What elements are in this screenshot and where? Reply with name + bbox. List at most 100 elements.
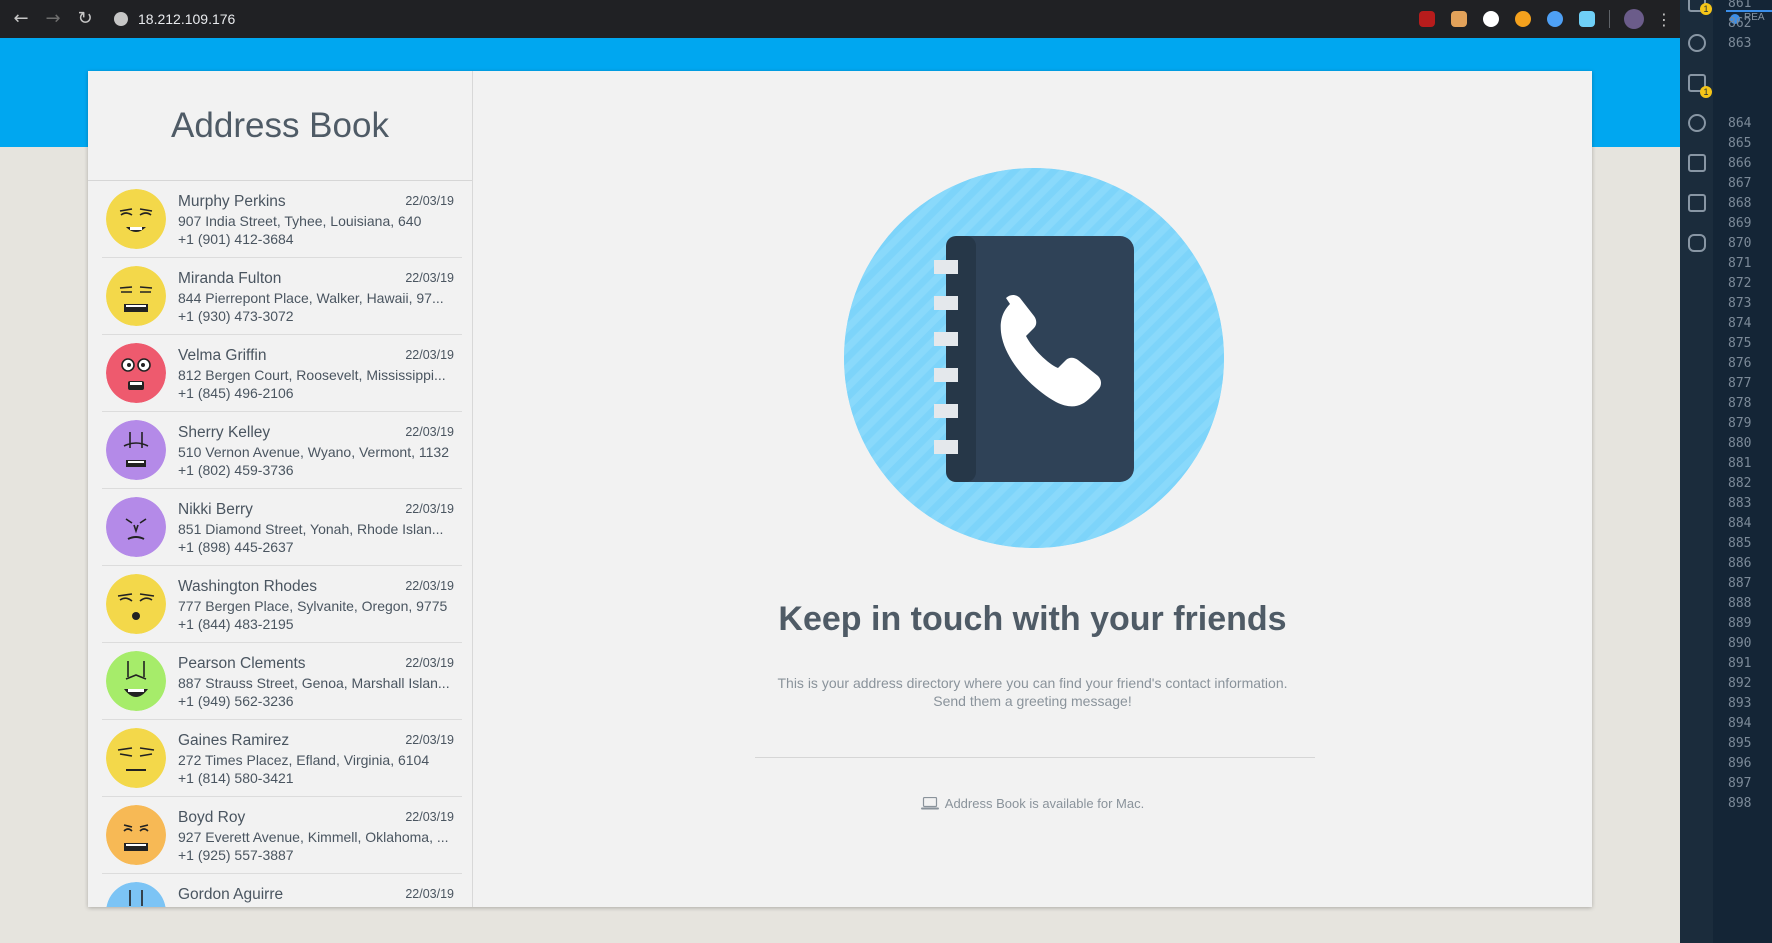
contact-avatar (106, 266, 166, 326)
line-number: 867 (1728, 176, 1752, 191)
line-number: 898 (1728, 796, 1752, 811)
contact-date: 22/03/19 (405, 348, 454, 362)
contact-item[interactable]: Miranda Fulton 844 Pierrepont Place, Walk… (102, 258, 462, 335)
contact-phone: +1 (814) 580-3421 (178, 770, 294, 786)
docker-icon[interactable] (1688, 234, 1706, 252)
contact-date: 22/03/19 (405, 271, 454, 285)
line-number: 862 (1728, 16, 1752, 31)
contact-date: 22/03/19 (405, 656, 454, 670)
contact-avatar (106, 805, 166, 865)
contact-phone: +1 (898) 445-2637 (178, 539, 294, 555)
contact-item[interactable]: Murphy Perkins 907 India Street, Tyhee, L… (102, 181, 462, 258)
page-viewport: Address Book Murphy Perkins 907 India Str… (0, 38, 1680, 943)
contact-date: 22/03/19 (405, 810, 454, 824)
contact-phone: +1 (802) 459-3736 (178, 462, 294, 478)
search-icon[interactable] (1688, 34, 1706, 52)
line-number: 892 (1728, 676, 1752, 691)
welcome-headline: Keep in touch with your friends (778, 600, 1287, 638)
remote-explorer-icon[interactable] (1688, 154, 1706, 172)
contact-item[interactable]: Washington Rhodes 777 Bergen Place, Sylva… (102, 566, 462, 643)
welcome-panel: Keep in touch with your friends This is … (473, 71, 1592, 907)
address-book-app: Address Book Murphy Perkins 907 India Str… (88, 71, 1592, 907)
contacts-sidebar: Address Book Murphy Perkins 907 India Str… (88, 71, 473, 907)
profile-avatar[interactable] (1624, 9, 1644, 29)
contact-avatar (106, 189, 166, 249)
contact-item[interactable]: Boyd Roy 927 Everett Avenue, Kimmell, Okl… (102, 797, 462, 874)
line-number: 865 (1728, 136, 1752, 151)
contact-item[interactable]: Gaines Ramirez 272 Times Placez, Efland, … (102, 720, 462, 797)
line-number: 883 (1728, 496, 1752, 511)
extensions-area: ⋮ (1403, 9, 1672, 29)
contact-phone: +1 (930) 473-3072 (178, 308, 294, 324)
contact-avatar (106, 343, 166, 403)
address-bar[interactable]: 18.212.109.176 (138, 11, 235, 27)
toolbar-divider (1609, 10, 1610, 28)
line-number-gutter: 861 862 863 864 865 866 867 868 869 870 871 872 873 8… (1728, 0, 1772, 943)
contact-date: 22/03/19 (405, 502, 454, 516)
extension-icon[interactable] (1451, 11, 1467, 27)
line-number: 890 (1728, 636, 1752, 651)
forward-button[interactable]: → (42, 8, 64, 30)
line-number: 896 (1728, 756, 1752, 771)
line-number: 884 (1728, 516, 1752, 531)
contact-item[interactable]: Sherry Kelley 510 Vernon Avenue, Wyano, V… (102, 412, 462, 489)
line-number: 880 (1728, 436, 1752, 451)
contact-avatar (106, 882, 166, 907)
contact-item[interactable]: Gordon Aguirre 22/03/19 (102, 874, 462, 907)
line-number: 874 (1728, 316, 1752, 331)
line-number: 894 (1728, 716, 1752, 731)
availability-text: Address Book is available for Mac. (944, 796, 1145, 811)
laptop-icon (920, 797, 939, 810)
contact-date: 22/03/19 (405, 579, 454, 593)
contact-address: 777 Bergen Place, Sylvanite, Oregon, 977… (178, 598, 448, 614)
address-book-illustration (844, 168, 1224, 548)
code-editor-window: 1 1 REA 861 862 863 864 865 866 867 868 869 870 87… (1680, 0, 1772, 943)
extension-icon[interactable] (1515, 11, 1531, 27)
contact-address: 510 Vernon Avenue, Wyano, Vermont, 1132 (178, 444, 449, 460)
line-number: 866 (1728, 156, 1752, 171)
contact-avatar (106, 728, 166, 788)
contact-phone: +1 (845) 496-2106 (178, 385, 294, 401)
reload-button[interactable]: ↻ (74, 8, 96, 30)
contact-list[interactable]: Murphy Perkins 907 India Street, Tyhee, L… (88, 181, 472, 907)
contact-date: 22/03/19 (405, 887, 454, 901)
contact-address: 812 Bergen Court, Roosevelt, Mississippi… (178, 367, 446, 383)
react-devtools-icon[interactable] (1547, 11, 1563, 27)
line-number: 869 (1728, 216, 1752, 231)
contact-phone: +1 (925) 557-3887 (178, 847, 294, 863)
contact-phone: +1 (901) 412-3684 (178, 231, 294, 247)
sidebar-header: Address Book (88, 71, 472, 181)
section-divider (755, 757, 1315, 758)
contact-item[interactable]: Nikki Berry 851 Diamond Street, Yonah, Rh… (102, 489, 462, 566)
source-control-badge: 1 (1700, 86, 1712, 98)
welcome-description-line: Send them a greeting message! (933, 693, 1132, 709)
contact-address: 907 India Street, Tyhee, Louisiana, 640 (178, 213, 422, 229)
contact-avatar (106, 651, 166, 711)
extension-icon[interactable] (1483, 11, 1499, 27)
line-number: 887 (1728, 576, 1752, 591)
debug-icon[interactable] (1688, 114, 1706, 132)
line-number: 872 (1728, 276, 1752, 291)
ublock-extension-icon[interactable] (1419, 11, 1435, 27)
line-number: 861 (1728, 0, 1752, 11)
line-number: 871 (1728, 256, 1752, 271)
site-info-icon[interactable] (114, 12, 128, 26)
app-title: Address Book (171, 105, 389, 145)
line-number: 868 (1728, 196, 1752, 211)
contact-date: 22/03/19 (405, 194, 454, 208)
line-number: 881 (1728, 456, 1752, 471)
back-button[interactable]: ← (10, 8, 32, 30)
phone-book-icon (844, 168, 1224, 548)
line-number: 864 (1728, 116, 1752, 131)
contact-item[interactable]: Velma Griffin 812 Bergen Court, Roosevelt… (102, 335, 462, 412)
line-number: 895 (1728, 736, 1752, 751)
contact-date: 22/03/19 (405, 425, 454, 439)
extension-icon[interactable] (1579, 11, 1595, 27)
contact-item[interactable]: Pearson Clements 887 Strauss Street, Geno… (102, 643, 462, 720)
extensions-icon[interactable] (1688, 194, 1706, 212)
browser-menu-button[interactable]: ⋮ (1656, 10, 1672, 29)
line-number: 879 (1728, 416, 1752, 431)
line-number: 878 (1728, 396, 1752, 411)
contact-date: 22/03/19 (405, 733, 454, 747)
line-number: 893 (1728, 696, 1752, 711)
